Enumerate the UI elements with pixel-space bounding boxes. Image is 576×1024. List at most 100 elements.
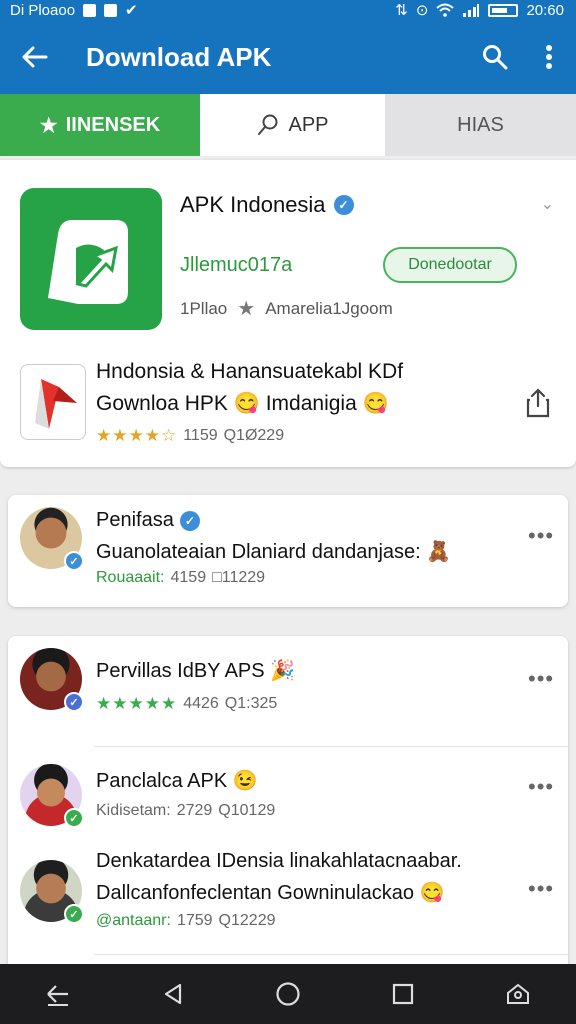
check-icon: ✔ xyxy=(125,2,138,19)
post-author-name: Penifasa xyxy=(96,509,174,531)
post-meta: ★★★★★ 4426 Q1:325 xyxy=(96,694,277,714)
search-icon xyxy=(483,45,508,70)
nav-assist-button[interactable] xyxy=(488,964,548,1024)
download-button[interactable]: Donedootar xyxy=(383,247,517,283)
verified-icon: ✓ xyxy=(64,808,84,828)
count2: Q1:325 xyxy=(224,695,278,712)
search-icon xyxy=(258,114,278,135)
star-icon: ★ xyxy=(237,298,256,320)
avatar[interactable]: ✓ xyxy=(20,507,84,571)
tab-label: HIAS xyxy=(457,113,504,136)
battery-icon xyxy=(488,3,519,17)
nav-back-alt-button[interactable] xyxy=(28,964,88,1024)
chevron-down-icon[interactable]: ⌄ xyxy=(541,194,554,214)
post-list-card: ✓ Pervillas IdBY APS 🎉 ★★★★★ 4426 Q1:325… xyxy=(8,636,568,986)
alarm-icon: ⊙ xyxy=(415,2,429,19)
share-icon xyxy=(526,388,550,418)
count1: 1759 xyxy=(176,912,213,929)
related-title-line1[interactable]: Hndonsia & Hanansuatekabl KDf xyxy=(96,360,403,384)
post-text-line1: Denkatardea IDensia linakahlatacnaabar. xyxy=(96,850,462,872)
post-meta: @antaanr: 1759 Q12229 xyxy=(96,912,275,930)
nav-back-button[interactable] xyxy=(143,964,203,1024)
tab-label: APP xyxy=(288,113,329,136)
count2: Q12229 xyxy=(218,912,276,929)
post-card[interactable]: ✓ Penifasa ✓ Guanolateaian Dlaniard dand… xyxy=(8,495,568,607)
rating-stars: ★★★★☆ xyxy=(96,426,178,445)
arrow-left-icon xyxy=(46,985,68,1006)
tab-label: IINENSEK xyxy=(65,113,161,136)
more-vertical-icon xyxy=(546,45,552,69)
related-title-line2[interactable]: Gownloa HPK 😋 Imdanigia 😋 xyxy=(96,392,389,416)
app-bar: Download APK xyxy=(0,20,576,94)
post-text: Guanolateaian Dlaniard dandanjase: 🧸 xyxy=(96,541,452,563)
post-author: Pervillas IdBY APS 🎉 xyxy=(96,660,296,682)
app-name-text: APK Indonesia xyxy=(180,192,326,217)
developer-name[interactable]: Jllemuc017a xyxy=(180,254,292,277)
notification-icon xyxy=(83,3,97,17)
status-bar: Di Ploaoo ✔ ⇅ ⊙ 20:60 xyxy=(0,0,576,20)
post-author: Panclalca APK 😉 xyxy=(96,770,258,792)
more-horizontal-icon[interactable]: ••• xyxy=(528,523,554,549)
app-logo xyxy=(20,188,162,330)
star-icon: ★ xyxy=(39,114,58,137)
app-meta-left: 1Pllao xyxy=(180,298,228,318)
post-author: Penifasa ✓ xyxy=(96,509,200,532)
more-horizontal-icon[interactable]: ••• xyxy=(528,774,554,800)
overflow-menu-button[interactable] xyxy=(522,20,576,94)
status-time: 20:60 xyxy=(526,1,564,19)
app-name: APK Indonesia ✓ xyxy=(180,192,354,218)
nav-recents-button[interactable] xyxy=(373,964,433,1024)
count2: Q1Ø229 xyxy=(223,427,285,444)
tab-iinensek[interactable]: ★ IINENSEK xyxy=(0,94,200,156)
post-meta-label: Rouaaait: xyxy=(96,569,165,586)
back-button[interactable] xyxy=(0,20,70,94)
system-nav-bar xyxy=(0,964,576,1024)
download-arrow-icon xyxy=(48,220,128,304)
count1: 4426 xyxy=(183,695,219,712)
app-meta-right: Amarelia1Jgoom xyxy=(265,298,393,318)
pdf-logo-icon xyxy=(35,379,77,429)
page-title: Download APK xyxy=(86,41,272,72)
divider xyxy=(94,954,568,955)
post-meta-label: Kidisetam: xyxy=(96,802,171,819)
tab-bar: ★ IINENSEK APP HIAS xyxy=(0,94,576,156)
arrow-left-icon xyxy=(22,46,48,68)
post-meta-label: @antaanr: xyxy=(96,912,171,929)
home-circle-icon xyxy=(276,982,300,1006)
tab-hias[interactable]: HIAS xyxy=(385,94,576,156)
avatar[interactable]: ✓ xyxy=(20,860,84,924)
cell-signal-icon xyxy=(463,4,480,17)
search-button[interactable] xyxy=(468,20,522,94)
signal-icon: ⇅ xyxy=(395,2,408,19)
nav-home-button[interactable] xyxy=(258,964,318,1024)
status-left-text: Di Ploaoo xyxy=(10,1,76,19)
count2: Q10129 xyxy=(218,802,276,819)
count1: 4159 xyxy=(170,569,207,586)
post-meta: Kidisetam: 2729 Q10129 xyxy=(96,802,275,820)
tab-app[interactable]: APP xyxy=(200,94,385,156)
verified-icon: ✓ xyxy=(64,692,84,712)
verified-icon: ✓ xyxy=(64,551,84,571)
related-meta: ★★★★☆ 1159 Q1Ø229 xyxy=(96,426,284,446)
avatar[interactable]: ✓ xyxy=(20,764,84,828)
verified-icon: ✓ xyxy=(64,904,84,924)
count2: □11229 xyxy=(212,569,266,586)
divider xyxy=(94,746,568,747)
post-text-line2: Dallcanfonfeclentan Gowninulackao 😋 xyxy=(96,882,445,904)
assistant-icon xyxy=(507,983,530,1004)
verified-icon: ✓ xyxy=(333,195,354,215)
count1: 2729 xyxy=(176,802,213,819)
rating-stars: ★★★★★ xyxy=(96,694,178,713)
verified-icon: ✓ xyxy=(179,510,200,531)
related-app-icon[interactable] xyxy=(20,364,86,440)
count1: 1159 xyxy=(183,427,218,444)
wifi-icon xyxy=(436,3,455,17)
avatar[interactable]: ✓ xyxy=(20,648,84,712)
app-meta: 1Pllao ★ Amarelia1Jgoom xyxy=(180,296,393,321)
share-button[interactable] xyxy=(524,388,552,418)
app-detail-card: APK Indonesia ✓ ⌄ Jllemuc017a Donedootar… xyxy=(0,160,576,467)
more-horizontal-icon[interactable]: ••• xyxy=(528,666,554,692)
more-horizontal-icon[interactable]: ••• xyxy=(528,876,554,902)
post-meta: Rouaaait: 4159 □11229 xyxy=(96,569,265,587)
triangle-back-icon xyxy=(164,983,181,1005)
